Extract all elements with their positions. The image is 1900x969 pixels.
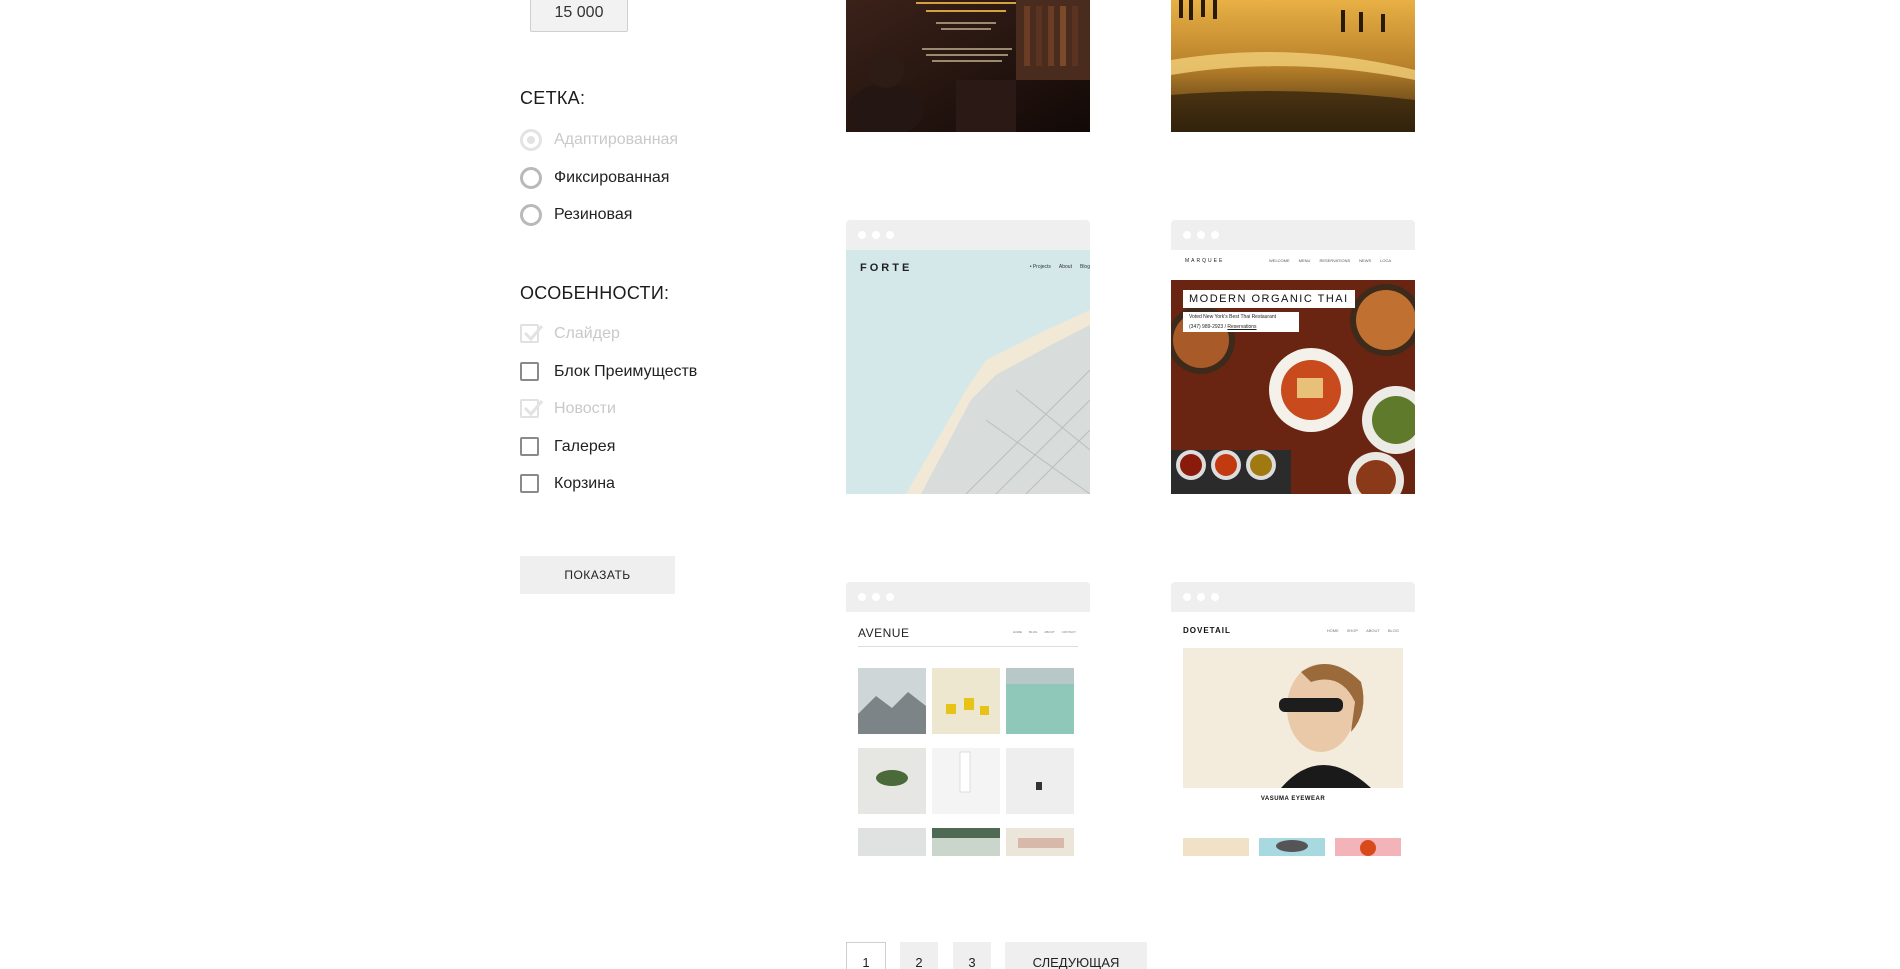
dot-icon	[872, 593, 880, 601]
checkbox-icon[interactable]	[520, 474, 539, 493]
grid-option-label: Фиксированная	[554, 169, 670, 186]
template-preview: DOVETAIL HOME SHOP ABOUT BLOG VASUMA EYEWEA…	[1171, 612, 1415, 856]
template-logo: DOVETAIL	[1183, 626, 1231, 635]
dot-icon	[872, 231, 880, 239]
template-preview: MARQUEE WELCOME MENU RESERVATIONS NEWS LOCA …	[1171, 250, 1415, 494]
feature-option-news: Новости	[520, 399, 616, 418]
grid-option-fixed[interactable]: Фиксированная	[520, 167, 669, 189]
radio-icon	[520, 129, 542, 151]
template-headline: MODERN ORGANIC THAI	[1183, 290, 1355, 308]
grid-option-fluid[interactable]: Резиновая	[520, 204, 632, 226]
grid-option-adaptive: Адаптированная	[520, 129, 678, 151]
browser-bar	[1171, 582, 1415, 612]
template-preview-image	[846, 0, 1090, 132]
feature-option-label: Блок Преимуществ	[554, 362, 698, 380]
template-nav: HOME SHOP ABOUT BLOG	[1326, 628, 1399, 633]
checkbox-icon[interactable]	[520, 362, 539, 381]
checkbox-icon[interactable]	[520, 437, 539, 456]
price-max-input[interactable]: 15 000	[530, 0, 628, 32]
dot-icon	[1197, 593, 1205, 601]
feature-option-gallery[interactable]: Галерея	[520, 437, 615, 456]
template-caption: VASUMA EYEWEAR	[1260, 796, 1326, 802]
page-2-button[interactable]: 2	[900, 942, 938, 969]
template-subbox: Voted New York's Best Thai Restaurant (3…	[1183, 312, 1299, 332]
dot-icon	[1183, 231, 1191, 239]
checkbox-icon	[520, 324, 544, 343]
feature-option-label: Новости	[554, 399, 616, 417]
radio-icon[interactable]	[520, 167, 542, 189]
dot-icon	[1211, 593, 1219, 601]
show-button[interactable]: ПОКАЗАТЬ	[520, 556, 675, 594]
radio-icon[interactable]	[520, 204, 542, 226]
gallery-thumbnails	[858, 668, 1074, 856]
template-preview: AVENUE HOME BLOG ABOUT CONTACT	[846, 612, 1090, 856]
features-section-title: ОСОБЕННОСТИ:	[520, 283, 670, 303]
template-nav: WELCOME MENU RESERVATIONS NEWS LOCA	[1269, 258, 1392, 263]
dot-icon	[1211, 231, 1219, 239]
grid-option-label: Адаптированная	[554, 131, 679, 148]
dot-icon	[1197, 231, 1205, 239]
feature-option-label: Корзина	[554, 474, 615, 492]
dot-icon	[858, 593, 866, 601]
checkmark-icon	[523, 400, 544, 417]
template-logo: FORTE	[860, 262, 913, 274]
page-1-button[interactable]: 1	[846, 942, 886, 969]
template-card-coffee[interactable]	[846, 0, 1090, 132]
browser-bar	[846, 582, 1090, 612]
feature-option-label: Слайдер	[554, 324, 620, 342]
grid-section-title: СЕТКА:	[520, 88, 586, 108]
model-image	[1183, 648, 1403, 856]
dot-icon	[1183, 593, 1191, 601]
template-card-dovetail[interactable]: DOVETAIL HOME SHOP ABOUT BLOG VASUMA EYEWEA…	[1171, 582, 1415, 856]
checkbox-icon	[520, 399, 544, 418]
template-preview: FORTE • Projects About Blog	[846, 250, 1090, 494]
browser-bar	[846, 220, 1090, 250]
template-card-forte[interactable]: FORTE • Projects About Blog	[846, 220, 1090, 494]
feature-option-cart[interactable]: Корзина	[520, 474, 615, 493]
template-card-avenue[interactable]: AVENUE HOME BLOG ABOUT CONTACT	[846, 582, 1090, 856]
template-nav: HOME BLOG ABOUT CONTACT	[1013, 630, 1076, 634]
page-3-button[interactable]: 3	[953, 942, 991, 969]
dot-icon	[886, 231, 894, 239]
template-logo: AVENUE	[858, 626, 910, 640]
feature-option-slider: Слайдер	[520, 324, 620, 343]
browser-bar	[1171, 220, 1415, 250]
feature-option-label: Галерея	[554, 437, 616, 455]
template-preview-image	[1171, 0, 1415, 132]
next-page-button[interactable]: СЛЕДУЮЩАЯ	[1005, 942, 1147, 969]
template-card-beach[interactable]	[1171, 0, 1415, 132]
checkmark-icon	[523, 325, 544, 342]
template-logo: MARQUEE	[1185, 258, 1225, 264]
grid-option-label: Резиновая	[554, 206, 633, 223]
dot-icon	[886, 593, 894, 601]
dot-icon	[858, 231, 866, 239]
template-card-marquee[interactable]: MARQUEE WELCOME MENU RESERVATIONS NEWS LOCA …	[1171, 220, 1415, 494]
building-image	[906, 310, 1090, 494]
feature-option-advantages[interactable]: Блок Преимуществ	[520, 362, 697, 381]
template-nav: • Projects About Blog	[1029, 264, 1090, 270]
